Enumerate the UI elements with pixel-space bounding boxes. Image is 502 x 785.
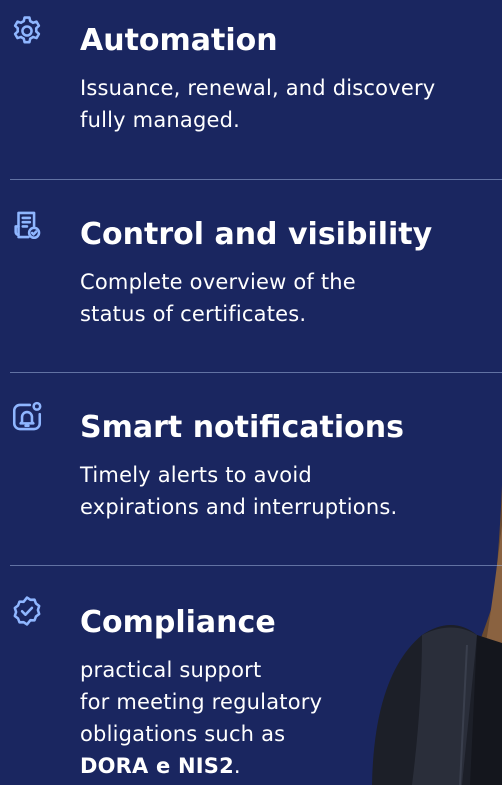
features-list: Automation Issuance, renewal, and discov… bbox=[0, 0, 502, 785]
feature-title: Control and visibility bbox=[80, 217, 433, 252]
feature-description-line: Complete overview of the bbox=[80, 270, 356, 294]
feature-description-line-last: DORA e NIS2. bbox=[80, 750, 241, 782]
notification-bell-icon bbox=[10, 400, 44, 434]
feature-title: Automation bbox=[80, 23, 278, 58]
feature-description-line: practical support bbox=[80, 658, 262, 682]
check-badge-icon bbox=[10, 594, 44, 628]
feature-title: Smart notifications bbox=[80, 410, 404, 445]
divider bbox=[10, 565, 502, 566]
feature-description-line: status of certificates. bbox=[80, 302, 307, 326]
divider bbox=[10, 179, 502, 180]
certificate-document-icon bbox=[10, 208, 44, 242]
feature-description-line: fully managed. bbox=[80, 108, 241, 132]
feature-description-line: Timely alerts to avoid bbox=[80, 463, 312, 487]
feature-title: Compliance bbox=[80, 605, 276, 640]
divider bbox=[10, 372, 502, 373]
feature-description-line: obligations such as bbox=[80, 722, 286, 746]
gear-icon bbox=[10, 14, 44, 48]
feature-description-line: Issuance, renewal, and discovery bbox=[80, 76, 436, 100]
regulation-names: DORA e NIS2 bbox=[80, 754, 234, 778]
feature-description-line: for meeting regulatory bbox=[80, 690, 323, 714]
feature-description-line: expirations and interruptions. bbox=[80, 495, 398, 519]
sentence-end: . bbox=[233, 754, 241, 778]
